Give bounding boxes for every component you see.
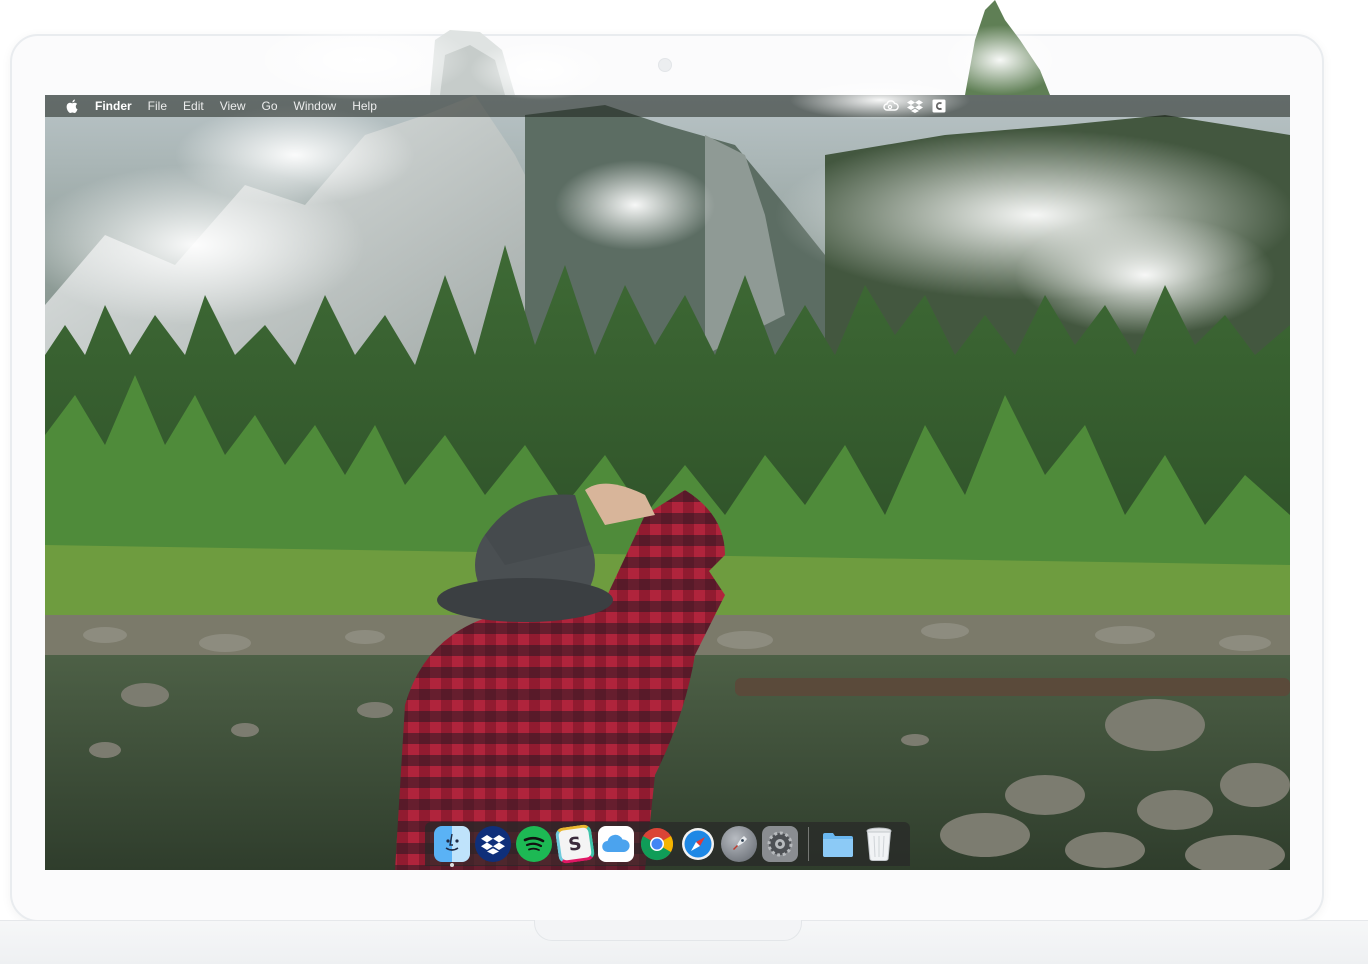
dropbox-status-icon[interactable]: [907, 98, 923, 114]
launchpad-icon[interactable]: [720, 826, 757, 862]
downloads-folder-icon[interactable]: [820, 826, 856, 862]
trash-icon[interactable]: [861, 826, 897, 862]
apple-logo-icon[interactable]: [65, 99, 79, 113]
menu-window[interactable]: Window: [294, 99, 337, 113]
menu-help[interactable]: Help: [352, 99, 377, 113]
desktop-screen: Finder File Edit View Go Window Help S: [45, 95, 1290, 870]
menu-edit[interactable]: Edit: [183, 99, 204, 113]
menu-view[interactable]: View: [220, 99, 246, 113]
laptop-base-notch: [534, 920, 802, 941]
icloud-drive-icon[interactable]: [597, 826, 634, 862]
menu-app-name[interactable]: Finder: [95, 99, 132, 113]
dock-separator: [808, 827, 809, 861]
finder-running-indicator: [449, 863, 454, 867]
menu-file[interactable]: File: [148, 99, 167, 113]
spotify-icon[interactable]: [515, 826, 552, 862]
dock: S: [425, 822, 910, 867]
slack-icon[interactable]: S: [554, 823, 595, 865]
contacts-status-icon[interactable]: [931, 98, 947, 114]
dropbox-icon[interactable]: [474, 826, 511, 862]
menu-bar: Finder File Edit View Go Window Help: [45, 95, 1290, 117]
menu-bar-status-area: [883, 98, 947, 114]
mockup-stage: Finder File Edit View Go Window Help S: [0, 0, 1368, 964]
menu-go[interactable]: Go: [262, 99, 278, 113]
system-preferences-icon[interactable]: [761, 826, 798, 862]
desktop-wallpaper: [45, 95, 1290, 870]
creative-cloud-icon[interactable]: [883, 98, 899, 114]
finder-icon[interactable]: [433, 826, 470, 867]
safari-icon[interactable]: [680, 826, 716, 862]
slack-glyph: S: [566, 832, 583, 856]
camera-icon: [658, 58, 672, 72]
chrome-icon[interactable]: [639, 826, 675, 862]
